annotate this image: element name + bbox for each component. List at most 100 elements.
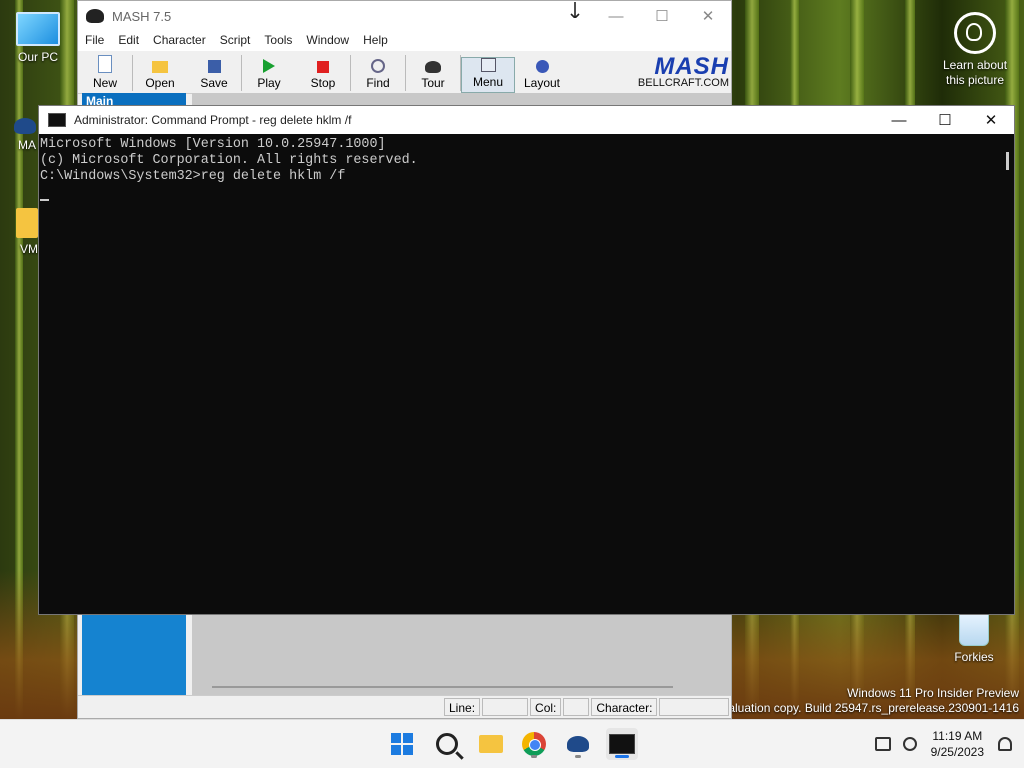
active-indicator [615,755,629,758]
file-explorer-button[interactable] [475,728,507,760]
console-line: C:\Windows\System32>reg delete hklm /f [40,169,346,184]
clock[interactable]: 11:19 AM 9/25/2023 [931,728,984,760]
find-label: Find [366,76,390,90]
console-cursor-line [40,185,1014,201]
minimize-button[interactable]: — [593,1,639,31]
menu-edit[interactable]: Edit [111,31,146,51]
horizontal-scrollbar[interactable] [212,686,673,688]
stop-label: Stop [310,76,336,90]
tour-button[interactable]: Tour [406,61,460,93]
menu-window-icon [480,58,496,72]
mash-logo-url: BELLCRAFT.COM [637,77,729,89]
cmd-close-button[interactable]: ✕ [968,105,1014,135]
folder-icon [16,208,38,238]
desktop-icon-label: Our PC [17,50,58,64]
running-indicator [575,755,581,758]
save-button[interactable]: Save [187,60,241,93]
menu-file[interactable]: File [78,31,111,51]
status-line: Line: [444,698,481,716]
menu-window[interactable]: Window [299,31,356,51]
command-prompt-window[interactable]: Administrator: Command Prompt - reg dele… [38,105,1015,615]
mash-app-icon [86,9,104,23]
status-line-value [482,698,529,716]
mash-titlebar[interactable]: MASH 7.5 — ☐ ✕ [78,1,731,31]
desktop-icon-label: Forkies [954,650,994,664]
play-label: Play [257,76,281,90]
cmd-title: Administrator: Command Prompt - reg dele… [74,113,352,127]
open-label: Open [145,76,175,90]
minimize-icon: — [608,7,624,25]
layout-label: Layout [523,76,561,90]
open-button[interactable]: Open [133,61,187,93]
computer-icon [16,12,60,46]
close-button[interactable]: ✕ [685,1,731,31]
learn-about-picture[interactable]: Learn about this picture [934,12,1016,88]
maximize-icon: ☐ [938,112,952,129]
search-button[interactable] [431,728,463,760]
new-label: New [92,76,117,90]
system-tray: 11:19 AM 9/25/2023 [869,720,1024,768]
menu-character[interactable]: Character [146,31,213,51]
cmd-minimize-button[interactable]: — [876,105,922,135]
find-button[interactable]: Find [351,59,405,93]
stop-icon [317,61,329,73]
clock-date: 9/25/2023 [930,745,984,759]
menu-label: Menu [472,75,504,89]
desktop-icon-label: MA [18,138,36,152]
text-cursor [40,199,49,201]
status-col-value [563,698,590,716]
mash-statusbar: Line: Col: Character: [78,695,731,718]
command-prompt-icon [609,734,635,754]
menu-tools[interactable]: Tools [257,31,299,51]
new-button[interactable]: New [78,55,132,93]
command-prompt-icon [48,113,66,127]
maximize-button[interactable]: ☐ [639,1,685,31]
layout-icon [535,60,549,73]
play-button[interactable]: Play [242,59,296,93]
windows-start-icon [391,733,413,755]
layout-button[interactable]: Layout [515,60,569,93]
menu-button[interactable]: Menu [461,57,515,93]
vertical-scrollbar[interactable] [1006,152,1009,170]
notification-bell-icon[interactable] [998,737,1012,751]
volume-muted-icon[interactable] [902,737,917,751]
menu-script[interactable]: Script [213,31,258,51]
magnifier-icon [371,59,385,73]
open-folder-icon [152,61,168,73]
save-label: Save [200,76,228,90]
learn-about-line2: this picture [945,73,1005,87]
desktop-icon-forkies[interactable]: Forkies [938,612,1010,664]
mash-menubar: File Edit Character Script Tools Window … [78,31,731,51]
stop-button[interactable]: Stop [296,61,350,93]
close-icon: ✕ [984,112,998,129]
learn-about-line1: Learn about [942,58,1008,72]
file-explorer-icon [479,735,503,753]
cmd-titlebar[interactable]: Administrator: Command Prompt - reg dele… [39,106,1014,134]
status-character-value [659,698,730,716]
console-output[interactable]: Microsoft Windows [Version 10.0.25947.10… [39,134,1014,201]
mash-taskbar-button[interactable] [562,728,594,760]
network-icon[interactable] [874,737,891,751]
mash-title: MASH 7.5 [112,8,172,24]
desktop-icon-our-pc[interactable]: Our PC [2,12,74,64]
menu-help[interactable]: Help [356,31,395,51]
recycle-bin-icon [959,612,989,646]
status-character: Character: [591,698,658,716]
cmd-maximize-button[interactable]: ☐ [922,105,968,135]
start-button[interactable] [386,728,418,760]
maximize-icon: ☐ [655,8,669,25]
chrome-button[interactable] [518,728,550,760]
tour-label: Tour [421,76,445,90]
watermark-line2: Evaluation copy. Build 25947.rs_prerelea… [714,701,1019,715]
command-prompt-taskbar-button[interactable] [606,728,638,760]
close-icon: ✕ [701,8,715,25]
mash-shortcut-icon [14,118,36,134]
mash-logo: MASH BELLCRAFT.COM [607,53,729,89]
watermark-line1: Windows 11 Pro Insider Preview [847,686,1019,700]
new-document-icon [98,55,112,73]
play-icon [263,59,275,73]
search-icon [436,733,458,755]
minimize-icon: — [891,111,907,129]
desktop-icon-label: VM [20,242,38,256]
floppy-disk-icon [207,60,221,73]
